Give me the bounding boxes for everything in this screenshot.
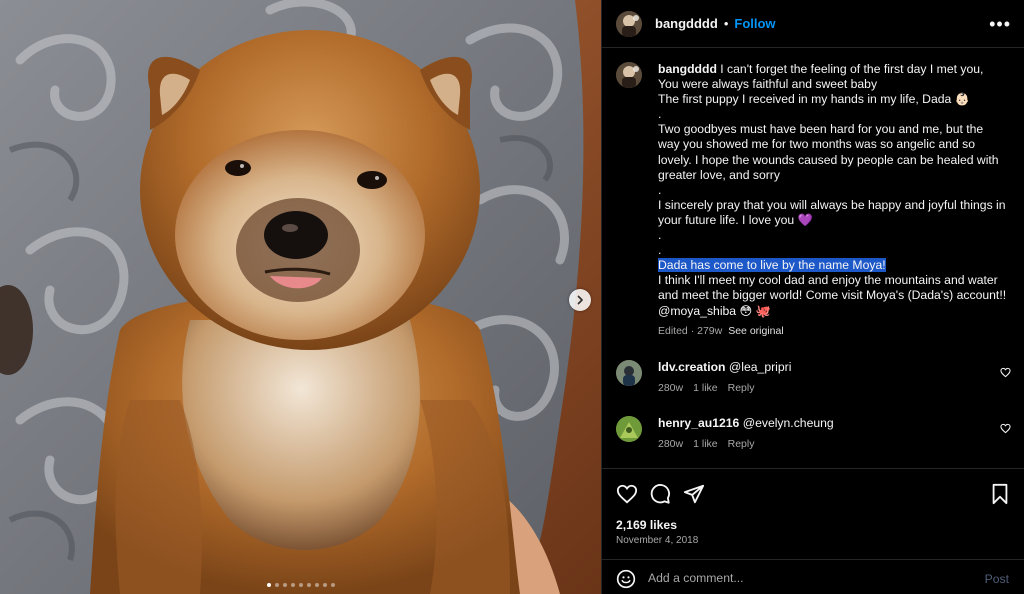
caption-paragraph: I think I'll meet my cool dad and enjoy …	[658, 273, 1007, 318]
post-date: November 4, 2018	[616, 535, 699, 546]
caption-line: bangdddd I can't forget the feeling of t…	[658, 62, 1008, 77]
comment-item: ldv.creation @lea_pripri 280w 1 like Reply	[616, 360, 1011, 394]
edited-age: Edited · 279w	[658, 324, 723, 337]
caption-line: .	[658, 228, 662, 243]
more-options-button[interactable]: •••	[989, 15, 1011, 33]
post-details-panel: bangdddd • Follow ••• bangdddd I can't f…	[601, 0, 1024, 594]
author-avatar[interactable]	[616, 10, 642, 37]
comment-meta: 280w 1 like Reply	[658, 382, 791, 394]
caption-line: .	[658, 182, 662, 197]
comment-meta: 280w 1 like Reply	[658, 438, 834, 450]
avatar-image	[616, 416, 642, 442]
heart-icon[interactable]	[616, 483, 638, 505]
caption-author-avatar[interactable]	[616, 62, 642, 88]
comment-username[interactable]: henry_au1216	[658, 416, 739, 430]
comment-text: ldv.creation @lea_pripri	[658, 360, 791, 374]
commenter-avatar[interactable]	[616, 416, 642, 442]
caption-paragraph: Two goodbyes must have been hard for you…	[658, 122, 999, 182]
chevron-right-icon	[577, 295, 583, 305]
paper-plane-icon[interactable]	[683, 483, 705, 505]
selected-text: Dada has come to live by the name Moya!	[658, 258, 886, 273]
carousel-dot	[314, 583, 319, 587]
post-comment-button[interactable]: Post	[985, 572, 1009, 586]
caption-line: .	[658, 243, 662, 258]
author-username[interactable]: bangdddd	[655, 16, 718, 31]
caption-line: Dada has come to live by the name Moya!	[658, 258, 1008, 273]
likes-count[interactable]: 2,169 likes	[616, 518, 677, 532]
carousel-dot	[330, 583, 335, 587]
caption-paragraph: I sincerely pray that you will always be…	[658, 197, 1006, 227]
reply-button[interactable]: Reply	[728, 382, 755, 394]
carousel-dot	[282, 583, 287, 587]
smiley-icon[interactable]	[616, 569, 636, 589]
carousel-dot	[274, 583, 279, 587]
carousel-dot	[306, 583, 311, 587]
comment-heart-icon[interactable]	[1000, 367, 1011, 378]
comment-text: henry_au1216 @evelyn.cheung	[658, 416, 834, 430]
carousel-dot	[298, 583, 303, 587]
avatar-image	[616, 10, 642, 37]
caption-line: .	[658, 107, 662, 122]
caption-text: bangdddd I can't forget the feeling of t…	[658, 62, 1008, 339]
see-original-link[interactable]: See original	[728, 325, 783, 337]
bookmark-icon[interactable]	[990, 483, 1010, 505]
post-photo-area	[0, 0, 601, 594]
comment-mention[interactable]: @lea_pripri	[729, 360, 792, 374]
post-photo	[0, 0, 601, 594]
comment-like-count[interactable]: 1 like	[693, 382, 718, 394]
comment-composer: Post	[602, 559, 1024, 594]
carousel-next-button[interactable]	[569, 289, 591, 311]
action-icons-row	[616, 483, 1011, 507]
comment-item: henry_au1216 @evelyn.cheung 280w 1 like Re…	[616, 416, 1011, 450]
caption-line-text: I can't forget the feeling of the first …	[720, 62, 984, 76]
reply-button[interactable]: Reply	[728, 438, 755, 450]
avatar-image	[616, 62, 642, 88]
post-header: bangdddd • Follow •••	[602, 0, 1024, 48]
comment-input[interactable]	[648, 568, 968, 588]
avatar-image	[616, 360, 642, 386]
comment-age: 280w	[658, 382, 684, 394]
comment-mention[interactable]: @evelyn.cheung	[743, 416, 834, 430]
comment-like-count[interactable]: 1 like	[693, 438, 718, 450]
carousel-dot	[322, 583, 327, 587]
comment-username[interactable]: ldv.creation	[658, 360, 726, 374]
carousel-indicator	[0, 583, 601, 587]
caption-meta: Edited · 279w See original	[658, 324, 1008, 339]
comment-age: 280w	[658, 438, 684, 450]
caption-line: The first puppy I received in my hands i…	[658, 92, 970, 107]
caption-line: You were always faithful and sweet baby	[658, 77, 878, 92]
speech-bubble-icon[interactable]	[649, 483, 671, 505]
carousel-dot	[266, 583, 271, 587]
carousel-dot	[290, 583, 295, 587]
post-caption: bangdddd I can't forget the feeling of t…	[616, 62, 1011, 339]
commenter-avatar[interactable]	[616, 360, 642, 386]
separator-dot: •	[723, 16, 729, 31]
caption-username[interactable]: bangdddd	[658, 62, 717, 76]
follow-button[interactable]: Follow	[734, 16, 775, 31]
comment-heart-icon[interactable]	[1000, 423, 1011, 434]
post-actions: 2,169 likes November 4, 2018 Post	[602, 468, 1024, 594]
